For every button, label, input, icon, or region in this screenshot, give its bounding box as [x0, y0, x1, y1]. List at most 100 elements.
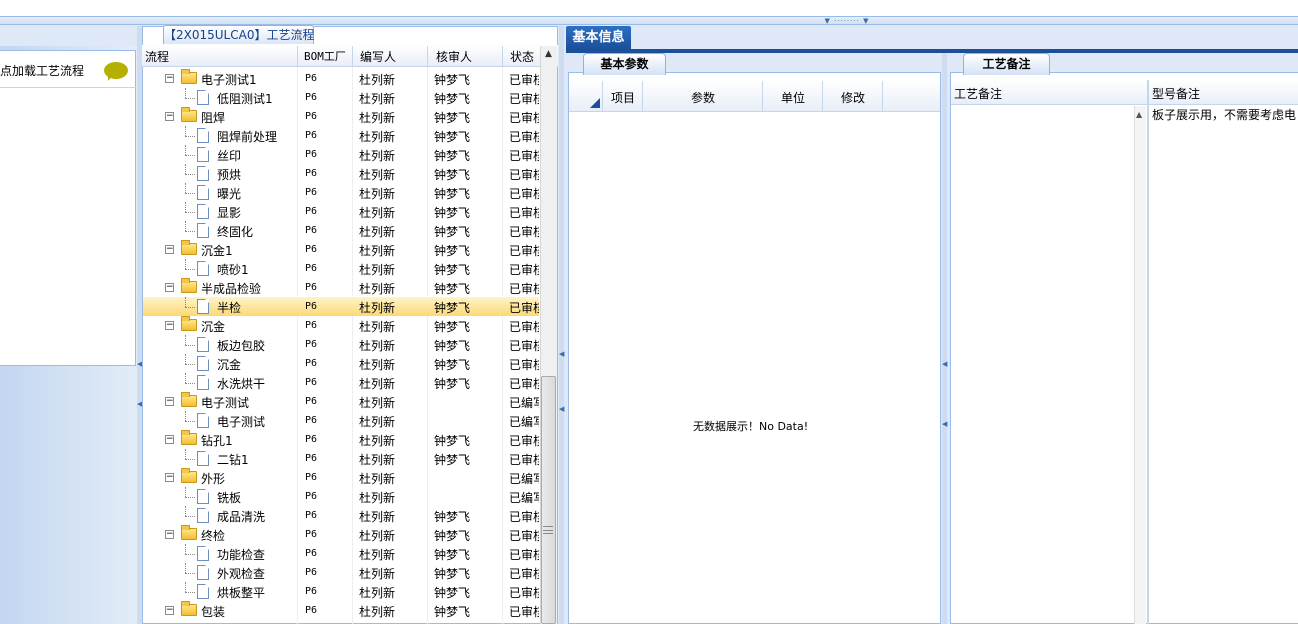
- tree-row-bom: P6: [305, 149, 318, 160]
- tree-row[interactable]: − 电子测试1 P6 杜列新 钟梦飞 已审核: [143, 69, 539, 88]
- tree-row[interactable]: 预烘 P6 杜列新 钟梦飞 已审核: [143, 164, 539, 183]
- scroll-up-icon[interactable]: ▲: [1136, 110, 1142, 119]
- folder-icon: [181, 430, 197, 445]
- tree-row-reviewer: 钟梦飞: [434, 434, 471, 448]
- tree-row-name: 功能检查: [217, 548, 266, 562]
- tree-row[interactable]: − 外形 P6 杜列新 已编写: [143, 468, 539, 487]
- tree-row-writer: 杜列新: [359, 92, 396, 106]
- document-icon: [197, 204, 209, 219]
- tree-row[interactable]: − 半成品检验 P6 杜列新 钟梦飞 已审核: [143, 278, 539, 297]
- tree-row[interactable]: 功能检查 P6 杜列新 钟梦飞 已审核: [143, 544, 539, 563]
- tree-row-writer: 杜列新: [359, 301, 396, 315]
- tree-row[interactable]: 阻焊前处理 P6 杜列新 钟梦飞 已审核: [143, 126, 539, 145]
- tree-row[interactable]: 显影 P6 杜列新 钟梦飞 已审核: [143, 202, 539, 221]
- tree-row[interactable]: 丝印 P6 杜列新 钟梦飞 已审核: [143, 145, 539, 164]
- tree-row[interactable]: − 沉金1 P6 杜列新 钟梦飞 已审核: [143, 240, 539, 259]
- scroll-up-icon[interactable]: ▲: [541, 49, 556, 61]
- collapse-toggle-icon[interactable]: −: [165, 397, 174, 406]
- speech-bubble-icon[interactable]: [104, 62, 128, 81]
- collapse-toggle-icon[interactable]: −: [165, 245, 174, 254]
- tree-row-reviewer: 钟梦飞: [434, 339, 471, 353]
- tree-row[interactable]: 水洗烘干 P6 杜列新 钟梦飞 已审核: [143, 373, 539, 392]
- tree-row[interactable]: 外观检查 P6 杜列新 钟梦飞 已审核: [143, 563, 539, 582]
- column-header-item[interactable]: 项目: [611, 89, 635, 106]
- tree-row-writer: 杜列新: [359, 320, 396, 334]
- tree-row[interactable]: 电子测试 P6 杜列新 已编写: [143, 411, 539, 430]
- tree-row-writer: 杜列新: [359, 244, 396, 258]
- column-header-bom[interactable]: BOM工厂: [304, 48, 346, 64]
- document-icon: [197, 584, 209, 599]
- collapse-toggle-icon[interactable]: −: [165, 321, 174, 330]
- tree-row-name: 烘板整平: [217, 586, 266, 600]
- tree-row[interactable]: 板边包胶 P6 杜列新 钟梦飞 已审核: [143, 335, 539, 354]
- column-header-process-remark[interactable]: 工艺备注: [954, 85, 1002, 102]
- tree-row[interactable]: − 包装 P6 杜列新 钟梦飞 已审核: [143, 601, 539, 620]
- tree-row-name: 成品清洗: [217, 510, 266, 524]
- tree-row-writer: 杜列新: [359, 206, 396, 220]
- tree-row[interactable]: 半检 P6 杜列新 钟梦飞 已审核: [143, 297, 539, 316]
- tree-row[interactable]: 终固化 P6 杜列新 钟梦飞 已审核: [143, 221, 539, 240]
- folder-icon: [181, 69, 197, 84]
- tree-row[interactable]: − 沉金 P6 杜列新 钟梦飞 已审核: [143, 316, 539, 335]
- tree-row[interactable]: − 阻焊 P6 杜列新 钟梦飞 已审核: [143, 107, 539, 126]
- splitter-arrow-icon[interactable]: ◀: [559, 350, 564, 358]
- tree-row[interactable]: 喷砂1 P6 杜列新 钟梦飞 已审核: [143, 259, 539, 278]
- tree-row-reviewer: 钟梦飞: [434, 206, 471, 220]
- tree-row[interactable]: 沉金 P6 杜列新 钟梦飞 已审核: [143, 354, 539, 373]
- tree-row[interactable]: − 电子测试 P6 杜列新 已编写: [143, 392, 539, 411]
- tab-basic-params[interactable]: 基本参数: [583, 53, 666, 75]
- tree-row[interactable]: 二钻1 P6 杜列新 钟梦飞 已审核: [143, 449, 539, 468]
- collapse-toggle-icon[interactable]: −: [165, 530, 174, 539]
- sort-corner-icon: [590, 98, 600, 108]
- document-icon: [197, 356, 209, 371]
- remarks-header-row: [951, 80, 1298, 105]
- collapse-toggle-icon[interactable]: −: [165, 606, 174, 615]
- tree-row-status: 已审核: [509, 73, 539, 87]
- column-header-modify[interactable]: 修改: [841, 89, 865, 106]
- column-header-param[interactable]: 参数: [691, 89, 715, 106]
- collapse-toggle-icon[interactable]: −: [165, 473, 174, 482]
- splitter-arrow-icon[interactable]: ◀: [559, 405, 564, 413]
- tree-row-bom: P6: [305, 396, 318, 407]
- remarks-column-divider[interactable]: [1147, 80, 1149, 624]
- tree-row[interactable]: − 钻孔1 P6 杜列新 钟梦飞 已审核: [143, 430, 539, 449]
- tree-row[interactable]: 曝光 P6 杜列新 钟梦飞 已审核: [143, 183, 539, 202]
- tab-process-remarks[interactable]: 工艺备注: [963, 53, 1050, 75]
- splitter-arrow-icon[interactable]: ◀: [942, 420, 947, 428]
- right-splitter[interactable]: [942, 53, 947, 624]
- tree-row[interactable]: 低阻测试1 P6 杜列新 钟梦飞 已审核: [143, 88, 539, 107]
- model-remark-text[interactable]: 板子展示用，不需要考虑电: [1152, 106, 1298, 123]
- collapse-handle[interactable]: ▼ ········ ▼: [815, 18, 879, 25]
- folder-icon: [181, 316, 197, 331]
- tree-row[interactable]: − 终检 P6 杜列新 钟梦飞 已审核: [143, 525, 539, 544]
- tree-row-name: 电子测试1: [201, 73, 257, 87]
- tree-row-status: 已审核: [509, 168, 539, 182]
- tree-row[interactable]: 烘板整平 P6 杜列新 钟梦飞 已审核: [143, 582, 539, 601]
- middle-splitter[interactable]: [559, 26, 564, 624]
- collapse-toggle-icon[interactable]: −: [165, 112, 174, 121]
- tree-row-status: 已审核: [509, 301, 539, 315]
- column-header-unit[interactable]: 单位: [781, 89, 805, 106]
- column-header-process[interactable]: 流程: [145, 48, 169, 65]
- column-header-model-remark[interactable]: 型号备注: [1152, 85, 1200, 102]
- collapse-toggle-icon[interactable]: −: [165, 283, 174, 292]
- tree-row-reviewer: 钟梦飞: [434, 567, 471, 581]
- column-header-reviewer[interactable]: 核审人: [436, 48, 472, 65]
- tree-row[interactable]: 成品清洗 P6 杜列新 钟梦飞 已审核: [143, 506, 539, 525]
- tree-row-name: 阻焊前处理: [217, 130, 278, 144]
- tab-basic-info[interactable]: 基本信息: [566, 26, 631, 49]
- tree-scroll-thumb[interactable]: [541, 376, 556, 624]
- column-header-status[interactable]: 状态: [510, 48, 534, 65]
- column-header-writer[interactable]: 编写人: [360, 48, 396, 65]
- collapse-toggle-icon[interactable]: −: [165, 435, 174, 444]
- document-icon: [197, 90, 209, 105]
- load-process-label[interactable]: 点加载工艺流程: [0, 62, 84, 79]
- tree-row-bom: P6: [305, 605, 318, 616]
- splitter-arrow-icon[interactable]: ◀: [942, 360, 947, 368]
- tree-row[interactable]: 铣板 P6 杜列新 已编写: [143, 487, 539, 506]
- document-icon: [197, 299, 209, 314]
- remark-scrollbar[interactable]: [1134, 106, 1146, 624]
- collapse-toggle-icon[interactable]: −: [165, 74, 174, 83]
- document-icon: [197, 413, 209, 428]
- tree-row-status: 已审核: [509, 225, 539, 239]
